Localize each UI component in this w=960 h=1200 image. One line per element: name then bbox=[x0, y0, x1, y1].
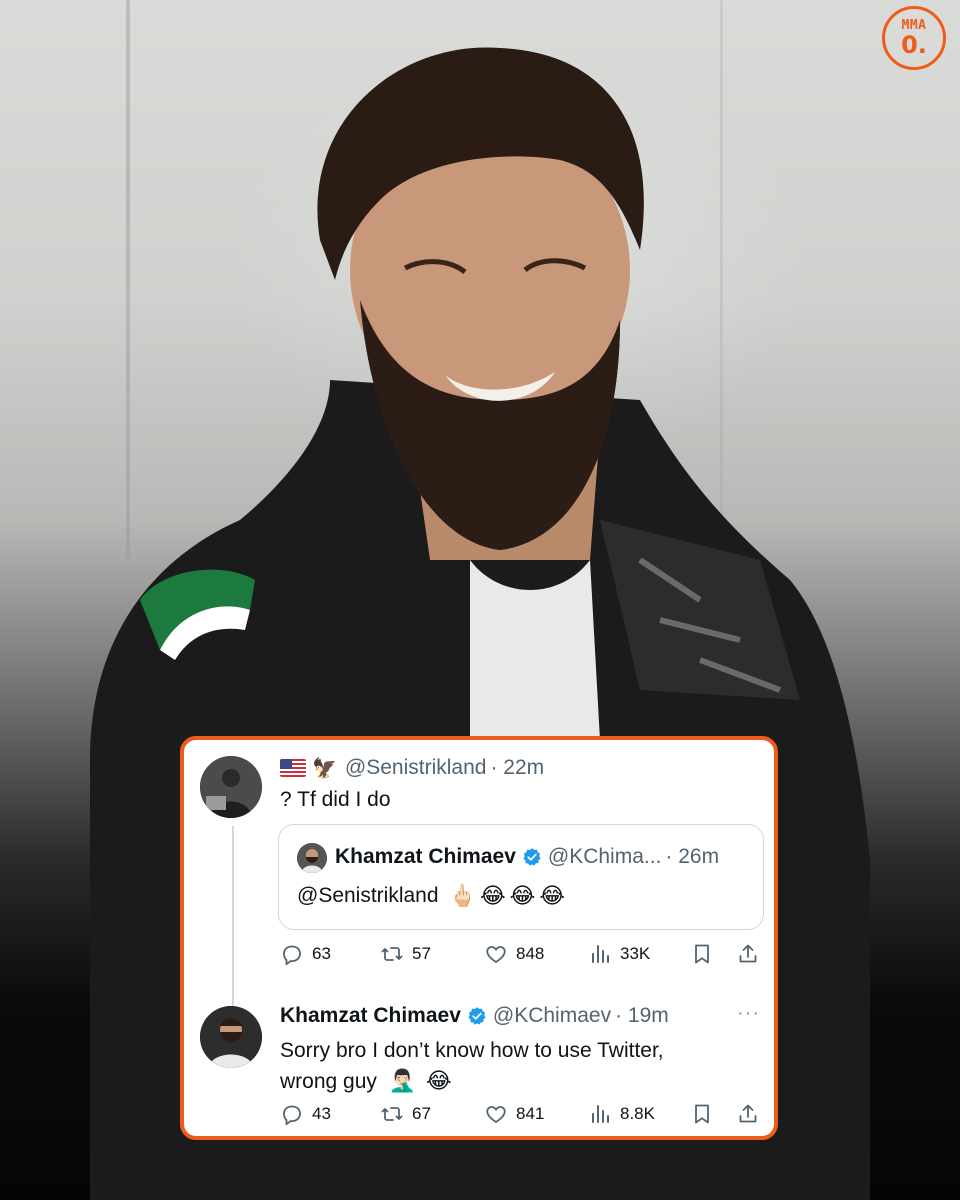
tweet2-text-line1: Sorry bro I don’t know how to use Twitte… bbox=[280, 1039, 664, 1062]
like-button[interactable]: 848 bbox=[484, 942, 544, 966]
tweet-card: 🦅 @Senistrikland · 22m ? Tf did I do Kha… bbox=[180, 736, 778, 1140]
bookmark-icon bbox=[695, 1104, 709, 1124]
reply-icon bbox=[283, 945, 301, 966]
khamzat-avatar[interactable] bbox=[200, 1006, 262, 1068]
like-count: 841 bbox=[516, 1104, 545, 1123]
tweet1-header: 🦅 @Senistrikland · 22m bbox=[280, 754, 544, 782]
share-button[interactable] bbox=[736, 1102, 768, 1126]
repost-icon bbox=[381, 947, 403, 961]
reply-icon bbox=[283, 1105, 301, 1126]
quoted-tweet-text: @Senistrikland 🖕🏻 😂 😂 😂 bbox=[297, 883, 565, 909]
tweet2-time[interactable]: · 19m bbox=[615, 1004, 669, 1028]
tweet2-author-name[interactable]: Khamzat Chimaev bbox=[280, 1004, 461, 1028]
tweet2-text-line2: wrong guy bbox=[280, 1070, 377, 1093]
repost-button[interactable]: 57 bbox=[380, 942, 431, 966]
share-button[interactable] bbox=[736, 942, 768, 966]
share-icon bbox=[739, 944, 757, 963]
tweet2-text: Sorry bro I don’t know how to use Twitte… bbox=[280, 1036, 750, 1097]
views-icon bbox=[592, 1105, 609, 1123]
tweet2-header: Khamzat Chimaev @KChimaev · 19m bbox=[280, 1004, 669, 1028]
views-button[interactable]: 8.8K bbox=[588, 1102, 655, 1126]
logo-text-bottom: 0. bbox=[901, 31, 927, 59]
quoted-tweet-header: Khamzat Chimaev @KChima... · 26m bbox=[335, 845, 719, 869]
reply-count: 63 bbox=[312, 944, 331, 963]
facepalm-emoji: 🤦🏻‍♂️ bbox=[388, 1068, 417, 1093]
tweet1-time[interactable]: · 22m bbox=[490, 756, 544, 780]
reply-button[interactable]: 63 bbox=[280, 942, 331, 966]
repost-count: 67 bbox=[412, 1104, 431, 1123]
verified-badge-icon bbox=[468, 1007, 486, 1025]
reply-button[interactable]: 43 bbox=[280, 1102, 331, 1126]
tweet1-handle[interactable]: @Senistrikland bbox=[345, 756, 487, 780]
more-icon[interactable]: ··· bbox=[737, 1002, 760, 1025]
views-button[interactable]: 33K bbox=[588, 942, 650, 966]
reply-count: 43 bbox=[312, 1104, 331, 1123]
bookmark-icon bbox=[695, 944, 709, 964]
quoted-mention[interactable]: @Senistrikland bbox=[297, 884, 439, 908]
eagle-icon: 🦅 bbox=[312, 757, 337, 780]
repost-count: 57 bbox=[412, 944, 431, 963]
verified-badge-icon bbox=[523, 848, 541, 866]
laughing-emoji: 😂 bbox=[539, 883, 566, 908]
quoted-tweet-time[interactable]: · 26m bbox=[665, 845, 719, 869]
tweet1-text: ? Tf did I do bbox=[280, 788, 391, 811]
middle-finger-emoji: 🖕🏻 bbox=[448, 883, 476, 908]
bookmark-button[interactable] bbox=[690, 942, 722, 966]
bookmark-button[interactable] bbox=[690, 1102, 722, 1126]
views-icon bbox=[592, 945, 609, 963]
views-count: 8.8K bbox=[620, 1104, 655, 1123]
laughing-emoji: 😂 bbox=[479, 883, 506, 908]
like-count: 848 bbox=[516, 944, 545, 963]
share-icon bbox=[739, 1104, 757, 1123]
khamzat-avatar-small bbox=[297, 843, 327, 873]
thread-connector-line bbox=[232, 826, 234, 1032]
quoted-author-name[interactable]: Khamzat Chimaev bbox=[335, 845, 516, 869]
repost-icon bbox=[381, 1107, 403, 1121]
like-icon bbox=[486, 946, 506, 964]
like-button[interactable]: 841 bbox=[484, 1102, 544, 1126]
like-icon bbox=[486, 1106, 506, 1124]
us-flag-icon bbox=[280, 759, 306, 777]
tweet2-handle[interactable]: @KChimaev bbox=[493, 1004, 611, 1028]
quoted-tweet[interactable]: Khamzat Chimaev @KChima... · 26m @Senist… bbox=[278, 824, 764, 930]
mma-orbit-logo: MMA 0. bbox=[882, 6, 946, 70]
quoted-author-handle[interactable]: @KChima... bbox=[548, 845, 662, 869]
repost-button[interactable]: 67 bbox=[380, 1102, 431, 1126]
laughing-emoji: 😂 bbox=[509, 883, 536, 908]
laughing-emoji: 😂 bbox=[425, 1068, 452, 1093]
senistrikland-avatar[interactable] bbox=[200, 756, 262, 818]
views-count: 33K bbox=[620, 944, 651, 963]
